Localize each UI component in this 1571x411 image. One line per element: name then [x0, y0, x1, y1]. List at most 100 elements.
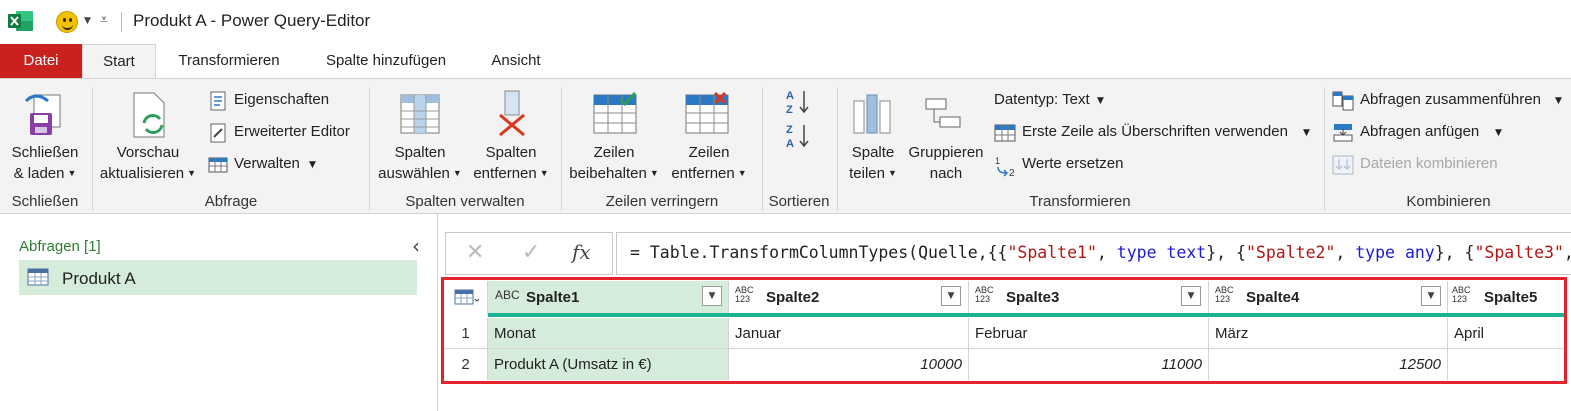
choose-columns-button[interactable]: Spalten auswählen ▼ [374, 79, 466, 189]
formula-text: = Table.TransformColumnTypes(Quelle,{{ "S… [630, 243, 1571, 262]
formula-keyword: type [1116, 243, 1157, 262]
split-column-label-1: Spalte [851, 144, 895, 161]
chevron-down-icon: ▼ [452, 168, 462, 178]
group-label-transformieren: Transformieren [1029, 193, 1131, 210]
sort-ascending-icon: AZ [786, 90, 809, 116]
tab-start[interactable]: Start [82, 44, 156, 78]
ribbon-tabs: Datei Start Transformieren Spalte hinzuf… [0, 44, 1571, 78]
formula-prefix: = Table.TransformColumnTypes(Quelle,{{ [630, 243, 1008, 262]
chevron-down-icon: ▼ [309, 160, 316, 170]
group-label-sortieren: Sortieren [768, 193, 830, 210]
formula-keyword: any [1404, 243, 1435, 262]
group-by-label-2: nach [929, 165, 963, 182]
group-by-button[interactable]: Gruppieren nach [904, 79, 988, 189]
advanced-editor-button[interactable]: Erweiterter Editor [206, 121, 366, 145]
combine-files-icon [1332, 155, 1354, 175]
group-label-abfrage: Abfrage [204, 193, 258, 210]
append-queries-label: Abfragen anfügen [1360, 123, 1480, 140]
remove-columns-label-2: entfernen [473, 165, 537, 182]
remove-rows-icon [685, 91, 729, 134]
remove-columns-button[interactable]: Spalten entfernen ▼ [466, 79, 556, 189]
chevron-down-icon: ▼ [1097, 96, 1104, 106]
close-load-label-2: & laden [13, 165, 65, 182]
group-label-kombinieren: Kombinieren [1406, 193, 1491, 210]
remove-rows-label-1: Zeilen [688, 144, 730, 161]
keep-rows-label-1: Zeilen [593, 144, 635, 161]
chevron-down-icon: ▼ [649, 168, 659, 178]
sort-descending-button[interactable]: ZA [784, 121, 814, 151]
split-column-button[interactable]: Spalte teilen ▼ [842, 79, 904, 189]
group-divider [369, 87, 370, 211]
chevron-down-icon: ▼ [67, 168, 77, 178]
refresh-preview-button[interactable]: Vorschau aktualisieren ▼ [96, 79, 200, 189]
chevron-down-icon: ▼ [1303, 128, 1310, 138]
chevron-down-icon: ▼ [1495, 128, 1502, 138]
keep-rows-icon [593, 91, 637, 134]
replace-values-button[interactable]: 12 Werte ersetzen [992, 153, 1132, 177]
remove-rows-button[interactable]: Zeilen entfernen ▼ [662, 79, 756, 189]
properties-button[interactable]: Eigenschaften [206, 89, 346, 113]
merge-queries-button[interactable]: Abfragen zusammenführen ▼ [1330, 89, 1566, 113]
merge-queries-icon [1332, 91, 1354, 111]
group-by-label-1: Gruppieren [908, 144, 984, 161]
ribbon: Schließen & laden ▼ Schließen Vorschau ak… [0, 78, 1571, 214]
advanced-editor-icon [210, 123, 226, 143]
svg-text:A: A [786, 138, 794, 150]
group-by-icon [925, 98, 961, 128]
chevron-down-icon: ▼ [539, 168, 549, 178]
sort-ascending-button[interactable]: AZ [784, 87, 814, 117]
feedback-dropdown-icon[interactable]: ▼ [84, 16, 91, 26]
data-type-label: Datentyp: Text [994, 91, 1090, 108]
use-first-row-headers-button[interactable]: Erste Zeile als Überschriften verwenden … [992, 121, 1314, 145]
confirm-icon[interactable]: ✓ [522, 240, 540, 265]
properties-label: Eigenschaften [234, 91, 330, 108]
cancel-icon[interactable]: ✕ [466, 240, 484, 265]
fx-icon[interactable]: fx [572, 240, 591, 264]
window-title: Produkt A - Power Query-Editor [133, 11, 371, 30]
keep-rows-button[interactable]: Zeilen beibehalten ▼ [566, 79, 662, 189]
title-separator [121, 12, 122, 32]
svg-text:1: 1 [995, 156, 1000, 166]
append-queries-icon [1333, 124, 1353, 142]
tab-ansicht[interactable]: Ansicht [478, 44, 554, 78]
remove-columns-icon [499, 90, 525, 137]
use-first-row-headers-label: Erste Zeile als Überschriften verwenden [1022, 123, 1288, 140]
table-headers-icon [994, 124, 1016, 142]
tab-transformieren[interactable]: Transformieren [164, 44, 294, 78]
replace-values-label: Werte ersetzen [1022, 155, 1124, 172]
replace-values-icon: 12 [995, 156, 1015, 177]
collapse-pane-icon[interactable]: ‹ [412, 234, 420, 258]
tab-spalte-hinzufuegen[interactable]: Spalte hinzufügen [310, 44, 462, 78]
advanced-editor-label: Erweiterter Editor [234, 123, 350, 140]
choose-columns-label-1: Spalten [394, 144, 446, 161]
combine-files-button: Dateien kombinieren [1330, 153, 1520, 177]
combine-files-label: Dateien kombinieren [1360, 155, 1498, 172]
remove-rows-label-2: entfernen [671, 165, 735, 182]
highlight-frame [441, 277, 1567, 384]
keep-rows-label-2: beibehalten [569, 165, 647, 182]
title-bar: ▼ ⩡ Produkt A - Power Query-Editor [0, 0, 1571, 44]
svg-text:2: 2 [1009, 168, 1015, 177]
chevron-down-icon: ▼ [187, 168, 197, 178]
close-load-icon [24, 94, 61, 135]
manage-button[interactable]: Verwalten ▼ [206, 153, 326, 177]
data-type-dropdown[interactable]: Datentyp: Text ▼ [992, 89, 1112, 113]
properties-icon [210, 91, 226, 111]
group-divider [561, 87, 562, 211]
remove-columns-label-1: Spalten [485, 144, 537, 161]
sort-descending-icon: ZA [786, 124, 809, 150]
group-label-zeilen: Zeilen verringern [605, 193, 719, 210]
append-queries-button[interactable]: Abfragen anfügen ▼ [1330, 121, 1510, 145]
table-icon [208, 157, 228, 173]
formula-keyword: type [1355, 243, 1395, 262]
tab-datei[interactable]: Datei [0, 44, 82, 78]
feedback-smiley-icon[interactable] [56, 11, 78, 33]
customize-toolbar-icon[interactable]: ⩡ [100, 12, 108, 28]
group-divider [1324, 87, 1325, 211]
refresh-preview-icon [133, 92, 165, 138]
chevron-down-icon: ▼ [887, 168, 897, 178]
svg-text:Z: Z [786, 124, 793, 136]
svg-text:A: A [786, 90, 794, 102]
group-label-schliessen: Schließen [11, 193, 79, 210]
formula-string: "Spalte3" [1474, 243, 1564, 262]
